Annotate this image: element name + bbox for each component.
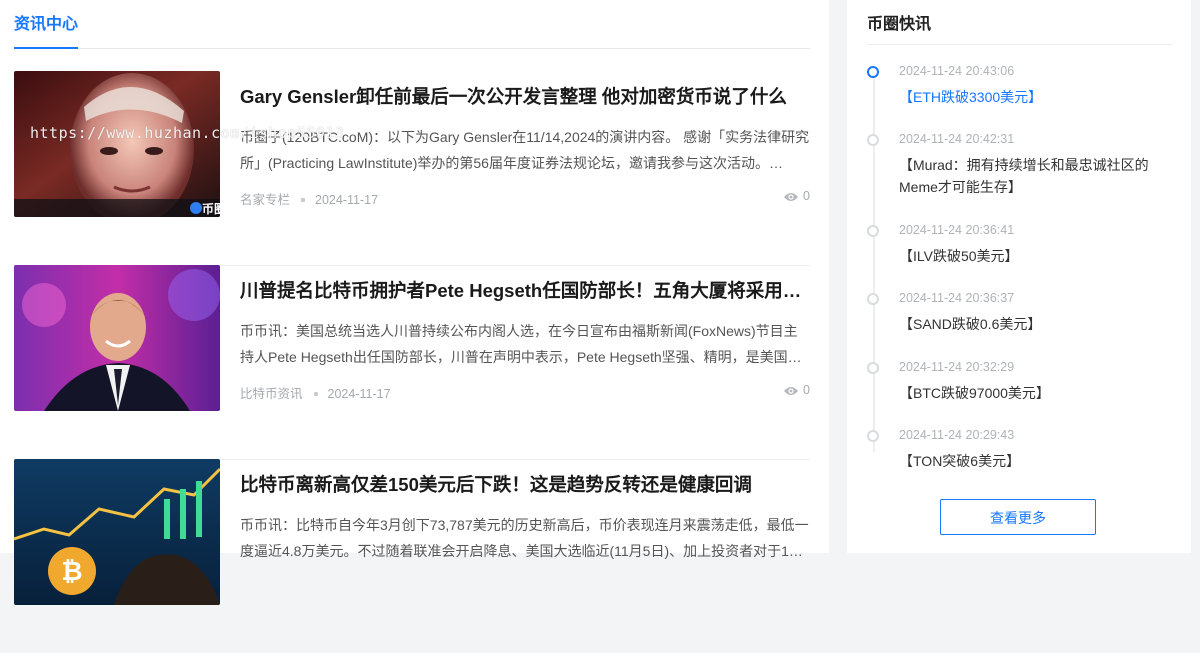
timeline-line — [873, 72, 875, 452]
article-card[interactable]: 币圈 Gary Gensler卸任前最后一次公开发言整理 他对加密货币说了什么 … — [14, 71, 810, 266]
article-title[interactable]: 川普提名比特币拥护者Pete Hegseth任国防部长！五角大厦将采用比特币？ — [240, 277, 810, 303]
timeline-dot — [867, 66, 879, 78]
timeline-dot — [867, 293, 879, 305]
article-category[interactable]: 比特币资讯 — [240, 387, 303, 401]
flash-text[interactable]: 【ETH跌破3300美元】 — [899, 86, 1169, 108]
meta-separator — [313, 391, 318, 396]
views-count: 0 — [803, 383, 810, 397]
article-card[interactable]: 川普提名比特币拥护者Pete Hegseth任国防部长！五角大厦将采用比特币？ … — [14, 265, 810, 460]
flash-text[interactable]: 【SAND跌破0.6美元】 — [899, 313, 1169, 335]
flash-text[interactable]: 【Murad：拥有持续增长和最忠诚社区的Meme才可能生存】 — [899, 154, 1169, 198]
flash-text[interactable]: 【TON突破6美元】 — [899, 450, 1169, 472]
timeline-dot — [867, 430, 879, 442]
article-thumbnail[interactable]: 币圈 — [14, 71, 220, 217]
flash-time: 2024-11-24 20:42:31 — [899, 132, 1015, 146]
flash-news-panel: 币圈快讯 2024-11-24 20:43:06 【ETH跌破3300美元】 2… — [847, 0, 1191, 553]
article-summary: 币圈子(120BTC.coM)：以下为Gary Gensler在11/14,20… — [240, 129, 810, 171]
article-summary: 币币讯：比特币自今年3月创下73,787美元的历史新高后，币价表现连月来震荡走低… — [240, 517, 809, 559]
flash-time: 2024-11-24 20:29:43 — [899, 428, 1015, 442]
views-count: 0 — [803, 189, 810, 203]
flash-time: 2024-11-24 20:36:37 — [899, 291, 1015, 305]
news-tab-bar: 资讯中心 — [14, 0, 810, 49]
article-date: 2024-11-17 — [315, 193, 379, 207]
timeline-dot — [867, 134, 879, 146]
thumbnail-badge-text: 币圈 — [202, 201, 220, 216]
bitcoin-symbol-icon: ₿ — [61, 556, 82, 586]
flash-news-title: 币圈快讯 — [867, 16, 932, 33]
article-title[interactable]: 比特币离新高仅差150美元后下跌！这是趋势反转还是健康回调 — [240, 471, 810, 497]
article-meta: 名家专栏 2024-11-17 0 — [240, 189, 810, 208]
flash-text[interactable]: 【ILV跌破50美元】 — [899, 245, 1169, 267]
flash-time: 2024-11-24 20:43:06 — [899, 64, 1015, 78]
eye-icon — [784, 193, 799, 201]
article-thumbnail[interactable]: ₿ — [14, 459, 220, 605]
flash-time: 2024-11-24 20:32:29 — [899, 360, 1015, 374]
news-panel: 资讯中心 币圈 — [0, 0, 829, 605]
meta-separator — [301, 197, 306, 202]
article-meta: 比特币资讯 2024-11-17 0 — [240, 383, 810, 402]
article-summary: 币币讯：美国总统当选人川普持续公布内阁人选，在今日宣布由福斯新闻(FoxNews… — [240, 323, 802, 365]
tab-news-center[interactable]: 资讯中心 — [14, 10, 78, 49]
article-title[interactable]: Gary Gensler卸任前最后一次公开发言整理 他对加密货币说了什么 — [240, 83, 810, 109]
article-thumbnail[interactable] — [14, 265, 220, 411]
article-category[interactable]: 名家专栏 — [240, 193, 290, 207]
timeline-dot — [867, 225, 879, 237]
article-views: 0 — [783, 383, 810, 397]
divider — [867, 44, 1172, 45]
eye-icon — [784, 387, 799, 395]
flash-text[interactable]: 【BTC跌破97000美元】 — [899, 382, 1169, 404]
article-date: 2024-11-17 — [327, 387, 391, 401]
flash-time: 2024-11-24 20:36:41 — [899, 223, 1015, 237]
article-card[interactable]: ₿ 比特币离新高仅差150美元后下跌！这是趋势反转还是健康回调 币币讯：比特币自… — [14, 459, 810, 653]
article-views: 0 — [783, 189, 810, 203]
view-more-button[interactable]: 查看更多 — [940, 499, 1096, 535]
timeline-dot — [867, 362, 879, 374]
